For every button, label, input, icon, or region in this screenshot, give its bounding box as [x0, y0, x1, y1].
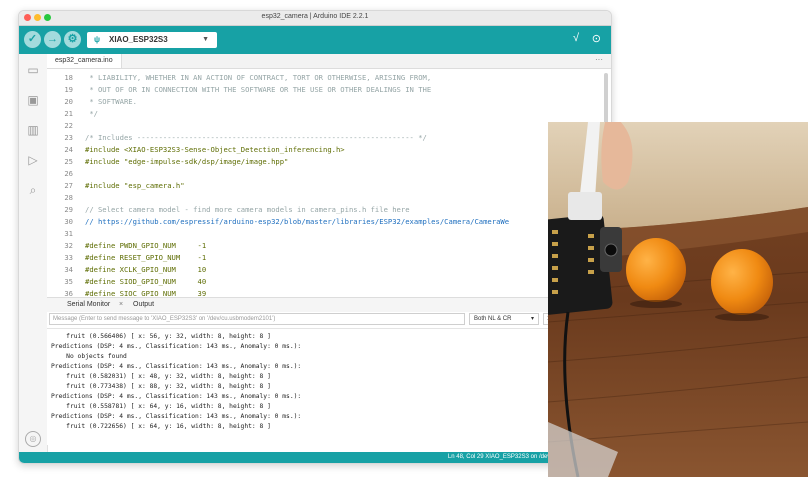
- line-number: 33: [64, 253, 73, 262]
- tab-esp32-camera[interactable]: esp32_camera.ino: [47, 54, 122, 68]
- line-number: 32: [64, 241, 73, 250]
- line-number: 21: [64, 109, 73, 118]
- debug-sidebar-icon[interactable]: ▷: [25, 152, 41, 168]
- serial-plotter-icon[interactable]: √: [573, 32, 579, 44]
- debug-button[interactable]: ⚙: [64, 31, 81, 48]
- line-number: 25: [64, 157, 73, 166]
- code-text: /* Includes ----------------------------…: [85, 133, 427, 142]
- toolbar: ✓ → ⚙ ψ XIAO_ESP32S3 ▼ √ ⊙: [19, 26, 611, 54]
- checkmark-icon: ✓: [27, 33, 38, 45]
- close-tab-icon[interactable]: ×: [119, 298, 123, 312]
- code-text: #include "esp_camera.h": [85, 181, 185, 190]
- code-text: // https://github.com/espressif/arduino-…: [85, 217, 510, 226]
- line-number: 19: [64, 85, 73, 94]
- line-number: 28: [64, 193, 73, 202]
- serial-output-line: No objects found: [51, 353, 127, 360]
- serial-output-line: fruit (0.773438) [ x: 88, y: 32, width: …: [51, 383, 271, 390]
- sketchbook-icon[interactable]: ▭: [25, 62, 41, 78]
- line-number: 26: [64, 169, 73, 178]
- serial-message-input[interactable]: Message (Enter to send message to 'XIAO_…: [49, 313, 465, 325]
- serial-output-line: Predictions (DSP: 4 ms., Classification:…: [51, 343, 302, 350]
- title-bar: esp32_camera | Arduino IDE 2.2.1: [19, 11, 611, 26]
- activity-sidebar: ▭ ▣ ▥ ▷ ⌕: [19, 54, 48, 455]
- serial-output-line: Predictions (DSP: 4 ms., Classification:…: [51, 413, 302, 420]
- code-text: #define PWDN_GPIO_NUM -1: [85, 241, 207, 250]
- line-number: 20: [64, 97, 73, 106]
- serial-input-row: Message (Enter to send message to 'XIAO_…: [47, 312, 611, 329]
- upload-button[interactable]: →: [44, 31, 61, 48]
- account-icon[interactable]: ◎: [25, 431, 41, 447]
- line-number: 34: [64, 265, 73, 274]
- line-ending-value: Both NL & CR: [474, 316, 512, 322]
- line-number: 27: [64, 181, 73, 190]
- more-icon[interactable]: ···: [595, 54, 603, 66]
- serial-output-line: Predictions (DSP: 4 ms., Classification:…: [51, 363, 302, 370]
- line-ending-select[interactable]: Both NL & CR ▾: [469, 313, 539, 325]
- code-text: #define RESET_GPIO_NUM -1: [85, 253, 207, 262]
- chevron-down-icon: ▾: [530, 316, 534, 322]
- serial-output: fruit (0.566406) [ x: 56, y: 32, width: …: [47, 329, 611, 445]
- orange-left: [626, 238, 686, 302]
- line-number: 18: [64, 73, 73, 82]
- code-text: * OUT OF OR IN CONNECTION WITH THE SOFTW…: [85, 85, 432, 94]
- debug-icon: ⚙: [67, 33, 78, 45]
- camera-photo: [548, 122, 808, 477]
- code-text: */: [85, 109, 98, 118]
- serial-output-line: fruit (0.722656) [ x: 64, y: 16, width: …: [51, 423, 271, 430]
- arrow-right-icon: →: [47, 33, 58, 45]
- arduino-ide-window: esp32_camera | Arduino IDE 2.2.1 ✓ → ⚙ ψ…: [18, 10, 612, 464]
- camera-lens: [604, 243, 618, 257]
- verify-button[interactable]: ✓: [24, 31, 41, 48]
- tab-output[interactable]: Output: [133, 298, 154, 312]
- code-text: * LIABILITY, WHETHER IN AN ACTION OF CON…: [85, 73, 432, 82]
- chevron-down-icon: ▼: [202, 36, 209, 43]
- tab-serial-monitor[interactable]: Serial Monitor: [67, 298, 110, 312]
- code-editor[interactable]: 18 * LIABILITY, WHETHER IN AN ACTION OF …: [47, 69, 611, 297]
- library-manager-icon[interactable]: ▥: [25, 122, 41, 138]
- serial-monitor-icon[interactable]: ⊙: [592, 32, 601, 45]
- boards-manager-icon[interactable]: ▣: [25, 92, 41, 108]
- line-number: 35: [64, 277, 73, 286]
- line-number: 24: [64, 145, 73, 154]
- code-text: #include <XIAO-ESP32S3-Sense-Object_Dete…: [85, 145, 345, 154]
- usb-icon: ψ: [94, 35, 101, 44]
- code-text: * SOFTWARE.: [85, 97, 137, 106]
- status-bar: Ln 48, Col 29 XIAO_ESP32S3 on /dev/cu.us…: [19, 452, 611, 463]
- bottom-panel-tabs: Serial Monitor × Output: [47, 297, 611, 313]
- editor-tab-bar: esp32_camera.ino ···: [47, 54, 611, 69]
- board-name: XIAO_ESP32S3: [109, 35, 168, 44]
- window-title: esp32_camera | Arduino IDE 2.2.1: [261, 13, 369, 20]
- serial-output-line: fruit (0.558781) [ x: 64, y: 16, width: …: [51, 403, 271, 410]
- orange-right: [711, 249, 773, 315]
- search-icon[interactable]: ⌕: [25, 182, 41, 198]
- line-number: 36: [64, 289, 73, 297]
- usb-connector: [568, 192, 602, 220]
- code-text: #define XCLK_GPIO_NUM 10: [85, 265, 207, 274]
- line-number: 22: [64, 121, 73, 130]
- code-text: // Select camera model - find more camer…: [85, 205, 410, 214]
- serial-output-line: fruit (0.582031) [ x: 48, y: 32, width: …: [51, 373, 271, 380]
- line-number: 31: [64, 229, 73, 238]
- code-text: #define SIOC_GPIO_NUM 39: [85, 289, 207, 297]
- code-text: #define SIOD_GPIO_NUM 40: [85, 277, 207, 286]
- line-number: 23: [64, 133, 73, 142]
- line-number: 29: [64, 205, 73, 214]
- board-selector[interactable]: ψ XIAO_ESP32S3 ▼: [87, 32, 217, 48]
- line-number: 30: [64, 217, 73, 226]
- code-text: #include "edge-impulse-sdk/dsp/image/ima…: [85, 157, 289, 166]
- serial-output-line: fruit (0.566406) [ x: 56, y: 32, width: …: [51, 333, 271, 340]
- serial-output-line: Predictions (DSP: 4 ms., Classification:…: [51, 393, 302, 400]
- photo-illustration: [548, 122, 808, 477]
